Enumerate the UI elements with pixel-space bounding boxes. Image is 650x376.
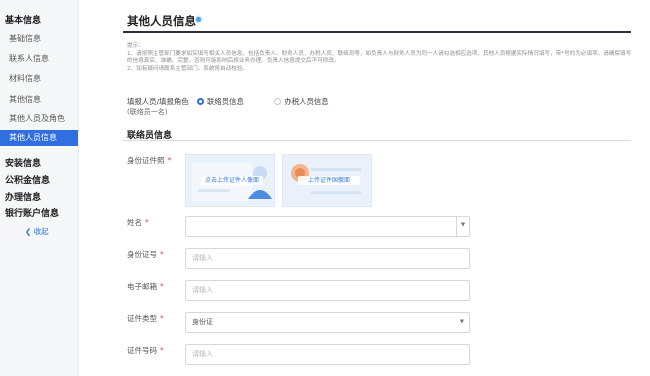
email-input[interactable]: 请输入 [185, 280, 470, 301]
sidebar-top-title[interactable]: 基本信息 [0, 14, 78, 28]
sidebar-section-bank[interactable]: 银行账户信息 [0, 207, 78, 221]
notes-block: 提示： 1、请按照主管部门要求如实填写相关人员信息，包括负责人、财务人员、办税人… [127, 43, 632, 73]
id-number-label: 身份证号 * [127, 250, 164, 259]
chevron-down-icon: ▼ [459, 319, 464, 325]
radio-liaison[interactable]: 联络员信息 [191, 97, 244, 106]
sidebar-item-roles[interactable]: 其他人员及角色 [0, 112, 78, 126]
id-number-input[interactable]: 请输入 [185, 248, 470, 269]
radio-checked-icon [196, 97, 204, 105]
radio-tax[interactable]: 办税人员信息 [268, 97, 329, 106]
title-divider [123, 31, 631, 33]
chevron-left-icon: ❮ [25, 227, 32, 236]
sidebar-section-fund[interactable]: 公积金信息 [0, 174, 78, 188]
notes-heading: 提示： [127, 43, 144, 49]
id-front-caption: 点击上传证件人像面 [201, 176, 263, 185]
main-content: 其他人员信息 提示： 1、请按照主管部门要求如实填写相关人员信息，包括负责人、财… [78, 0, 650, 376]
id-front-upload[interactable]: 点击上传证件人像面 [185, 154, 275, 207]
radio-unchecked-icon [274, 97, 282, 105]
sidebar-item-other-persons[interactable]: 其他人员信息 [0, 130, 78, 146]
section-divider [123, 140, 631, 141]
person-type-row: 填报人员/填报角色 联络员信息 办税人员信息 [127, 96, 329, 107]
notes-item-1: 1、请按照主管部门要求如实填写相关人员信息，包括负责人、财务人员、办税人员、联络… [127, 50, 632, 65]
email-label: 电子邮箱 * [127, 282, 164, 291]
id-upload-label: 身份证件照 * [127, 156, 172, 165]
sidebar-item-other[interactable]: 其他信息 [0, 93, 78, 107]
cert-type-label: 证件类型 * [127, 314, 164, 323]
id-back-caption: 上传证件国徽面 [298, 176, 360, 185]
name-label: 姓名 * [127, 218, 149, 227]
sidebar: 基本信息 基础信息 联系人信息 材料信息 其他信息 其他人员及角色 其他人员信息… [0, 0, 79, 376]
chevron-down-icon: ▼ [456, 216, 469, 236]
page-title: 其他人员信息 [127, 14, 196, 28]
name-select[interactable]: ▼ [185, 216, 470, 237]
sidebar-section-handling[interactable]: 办理信息 [0, 191, 78, 205]
collapse-sidebar-button[interactable]: ❮ 收起 [25, 226, 49, 237]
id-back-upload[interactable]: 上传证件国徽面 [282, 154, 372, 207]
notes-item-2: 2、如有疑问请联系主管部门，系统将自动校验。 [127, 65, 249, 72]
type-note: (联络员一名) [127, 108, 168, 116]
sidebar-section-install[interactable]: 安装信息 [0, 157, 78, 171]
sidebar-item-materials[interactable]: 材料信息 [0, 72, 78, 86]
location-pin-icon [196, 17, 201, 22]
cert-number-label: 证件号码 * [127, 346, 164, 355]
cert-number-input[interactable]: 请输入 [185, 344, 470, 365]
sidebar-item-basic[interactable]: 基础信息 [0, 32, 78, 46]
cert-type-select[interactable]: 身份证 ▼ [185, 312, 470, 333]
sidebar-item-contact[interactable]: 联系人信息 [0, 52, 78, 66]
person-type-label: 填报人员/填报角色 [127, 97, 189, 106]
